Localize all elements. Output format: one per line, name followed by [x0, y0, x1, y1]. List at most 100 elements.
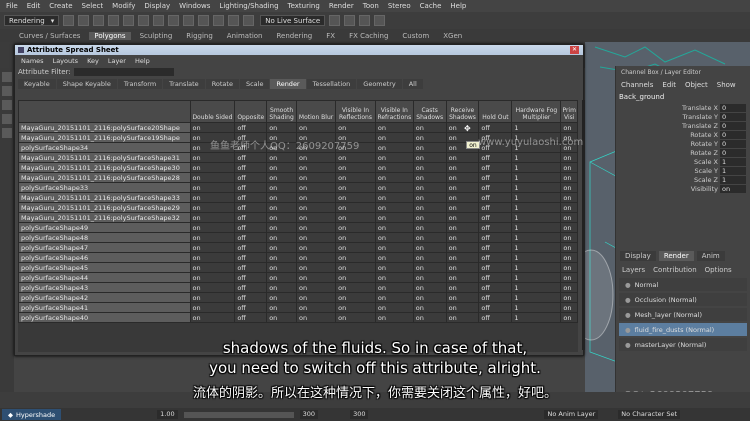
table-cell[interactable]: on [296, 212, 337, 223]
table-cell[interactable]: off [234, 162, 268, 173]
table-cell[interactable]: on [266, 202, 298, 213]
table-cell[interactable]: on [412, 152, 447, 163]
table-cell[interactable]: 1 [511, 292, 562, 303]
column-header[interactable]: Hold Out [478, 100, 513, 123]
table-cell[interactable]: on [412, 132, 447, 143]
column-header[interactable]: Casts Shadows [412, 100, 447, 123]
shelf-tab-animation[interactable]: Animation [222, 32, 268, 40]
row-header-name[interactable]: MayaGuru_20151101_2116:polySurfaceShape2… [18, 202, 191, 213]
table-cell[interactable]: on [374, 242, 414, 253]
table-cell[interactable]: on [335, 252, 376, 263]
row-header-name[interactable]: MayaGuru_20151101_2116:polySurfaceShape2… [18, 172, 191, 183]
table-cell[interactable]: 1 [511, 302, 562, 313]
layer-tab-anim[interactable]: Anim [696, 251, 725, 261]
table-cell[interactable]: on [266, 192, 298, 203]
sheet-tab-all[interactable]: All [402, 79, 423, 89]
menu-help[interactable]: Help [450, 2, 466, 10]
table-cell[interactable]: on [335, 192, 376, 203]
table-cell[interactable]: off [478, 252, 513, 263]
table-cell[interactable]: on [266, 222, 298, 233]
table-cell[interactable]: on [266, 312, 298, 323]
menu-texturing[interactable]: Texturing [288, 2, 320, 10]
table-cell[interactable]: on [189, 312, 236, 323]
channel-attr-row[interactable]: Scale Z1 [616, 175, 750, 184]
table-cell[interactable]: off [234, 252, 268, 263]
layer-row[interactable]: ● fluid_fire_dusts (Normal) [619, 323, 747, 336]
row-header-name[interactable]: MayaGuru_20151101_2116:polySurfaceShape3… [18, 152, 191, 163]
table-cell[interactable]: on [189, 152, 236, 163]
table-cell[interactable]: on [266, 182, 298, 193]
row-header-name[interactable]: polySurfaceShape47 [18, 242, 191, 253]
channel-box-object-name[interactable]: Back_ground [616, 91, 750, 103]
row-header-name[interactable]: polySurfaceShape41 [18, 302, 191, 313]
table-cell[interactable]: on [560, 122, 578, 133]
table-cell[interactable]: on [445, 202, 480, 213]
table-cell[interactable]: on [266, 162, 298, 173]
table-cell[interactable]: 1 [511, 282, 562, 293]
table-cell[interactable]: off [478, 282, 513, 293]
channel-attr-value[interactable]: 1 [720, 166, 746, 175]
sheet-tab-scale[interactable]: Scale [239, 79, 270, 89]
table-cell[interactable]: on [560, 172, 578, 183]
row-header-name[interactable]: MayaGuru_20151101_2116:polySurface20Shap… [18, 122, 191, 133]
shelf-tab-fx-caching[interactable]: FX Caching [344, 32, 393, 40]
table-cell[interactable]: on [296, 302, 337, 313]
table-cell[interactable]: off [234, 212, 268, 223]
table-cell[interactable]: on [412, 202, 447, 213]
table-cell[interactable]: on [335, 292, 376, 303]
table-cell[interactable]: on [335, 172, 376, 183]
table-cell[interactable]: on [445, 172, 480, 183]
table-cell[interactable]: on [412, 122, 447, 133]
table-cell[interactable]: on [560, 222, 578, 233]
table-cell[interactable]: on [560, 292, 578, 303]
snap-grid-icon[interactable] [183, 15, 195, 26]
channel-attr-row[interactable]: Scale X1 [616, 157, 750, 166]
undo-icon[interactable] [108, 15, 120, 26]
table-cell[interactable]: on [296, 232, 337, 243]
channel-attr-row[interactable]: Translate Z0 [616, 121, 750, 130]
table-cell[interactable]: on [445, 232, 480, 243]
table-cell[interactable]: on [374, 152, 414, 163]
menu-set-dropdown[interactable]: Rendering ▾ [4, 15, 60, 26]
layer-row[interactable]: ● Occlusion (Normal) [619, 293, 747, 306]
table-cell[interactable]: on [374, 202, 414, 213]
table-cell[interactable]: 1 [511, 172, 562, 183]
table-cell[interactable]: on [335, 212, 376, 223]
shelf-tab-xgen[interactable]: XGen [438, 32, 467, 40]
column-header[interactable]: Opposite [234, 100, 268, 123]
table-cell[interactable]: on [296, 292, 337, 303]
channel-attr-row[interactable]: Translate X0 [616, 103, 750, 112]
table-cell[interactable]: off [478, 152, 513, 163]
range-start-field[interactable]: 1.00 [157, 410, 178, 419]
row-header-name[interactable]: polySurfaceShape40 [18, 312, 191, 323]
range-slider[interactable] [183, 411, 294, 418]
table-cell[interactable]: 1 [511, 182, 562, 193]
table-cell[interactable]: on [374, 302, 414, 313]
table-cell[interactable]: on [412, 242, 447, 253]
table-cell[interactable]: on [445, 272, 480, 283]
table-cell[interactable]: on [374, 162, 414, 173]
move-tool-icon[interactable] [2, 100, 12, 110]
sheet-menu-key[interactable]: Key [87, 57, 99, 65]
table-cell[interactable]: on [296, 262, 337, 273]
table-cell[interactable]: off [478, 192, 513, 203]
table-cell[interactable]: on [189, 172, 236, 183]
shelf-tab-sculpting[interactable]: Sculpting [135, 32, 178, 40]
table-cell[interactable]: off [478, 202, 513, 213]
table-cell[interactable]: 1 [511, 262, 562, 273]
row-header-name[interactable]: MayaGuru_20151101_2116:polySurfaceShape3… [18, 192, 191, 203]
table-cell[interactable]: off [478, 232, 513, 243]
table-cell[interactable]: on [296, 162, 337, 173]
table-cell[interactable]: on [412, 142, 447, 153]
table-cell[interactable]: on [296, 312, 337, 323]
table-cell[interactable]: 1 [511, 232, 562, 243]
select-hierarchy-icon[interactable] [138, 15, 150, 26]
range-end-field[interactable]: 300 [299, 410, 319, 419]
table-cell[interactable]: on [560, 282, 578, 293]
table-cell[interactable]: on [560, 302, 578, 313]
table-cell[interactable]: on [266, 302, 298, 313]
channel-attr-row[interactable]: Rotate Z0 [616, 148, 750, 157]
table-cell[interactable]: off [234, 262, 268, 273]
table-cell[interactable]: on [445, 252, 480, 263]
table-cell[interactable]: off [478, 262, 513, 273]
